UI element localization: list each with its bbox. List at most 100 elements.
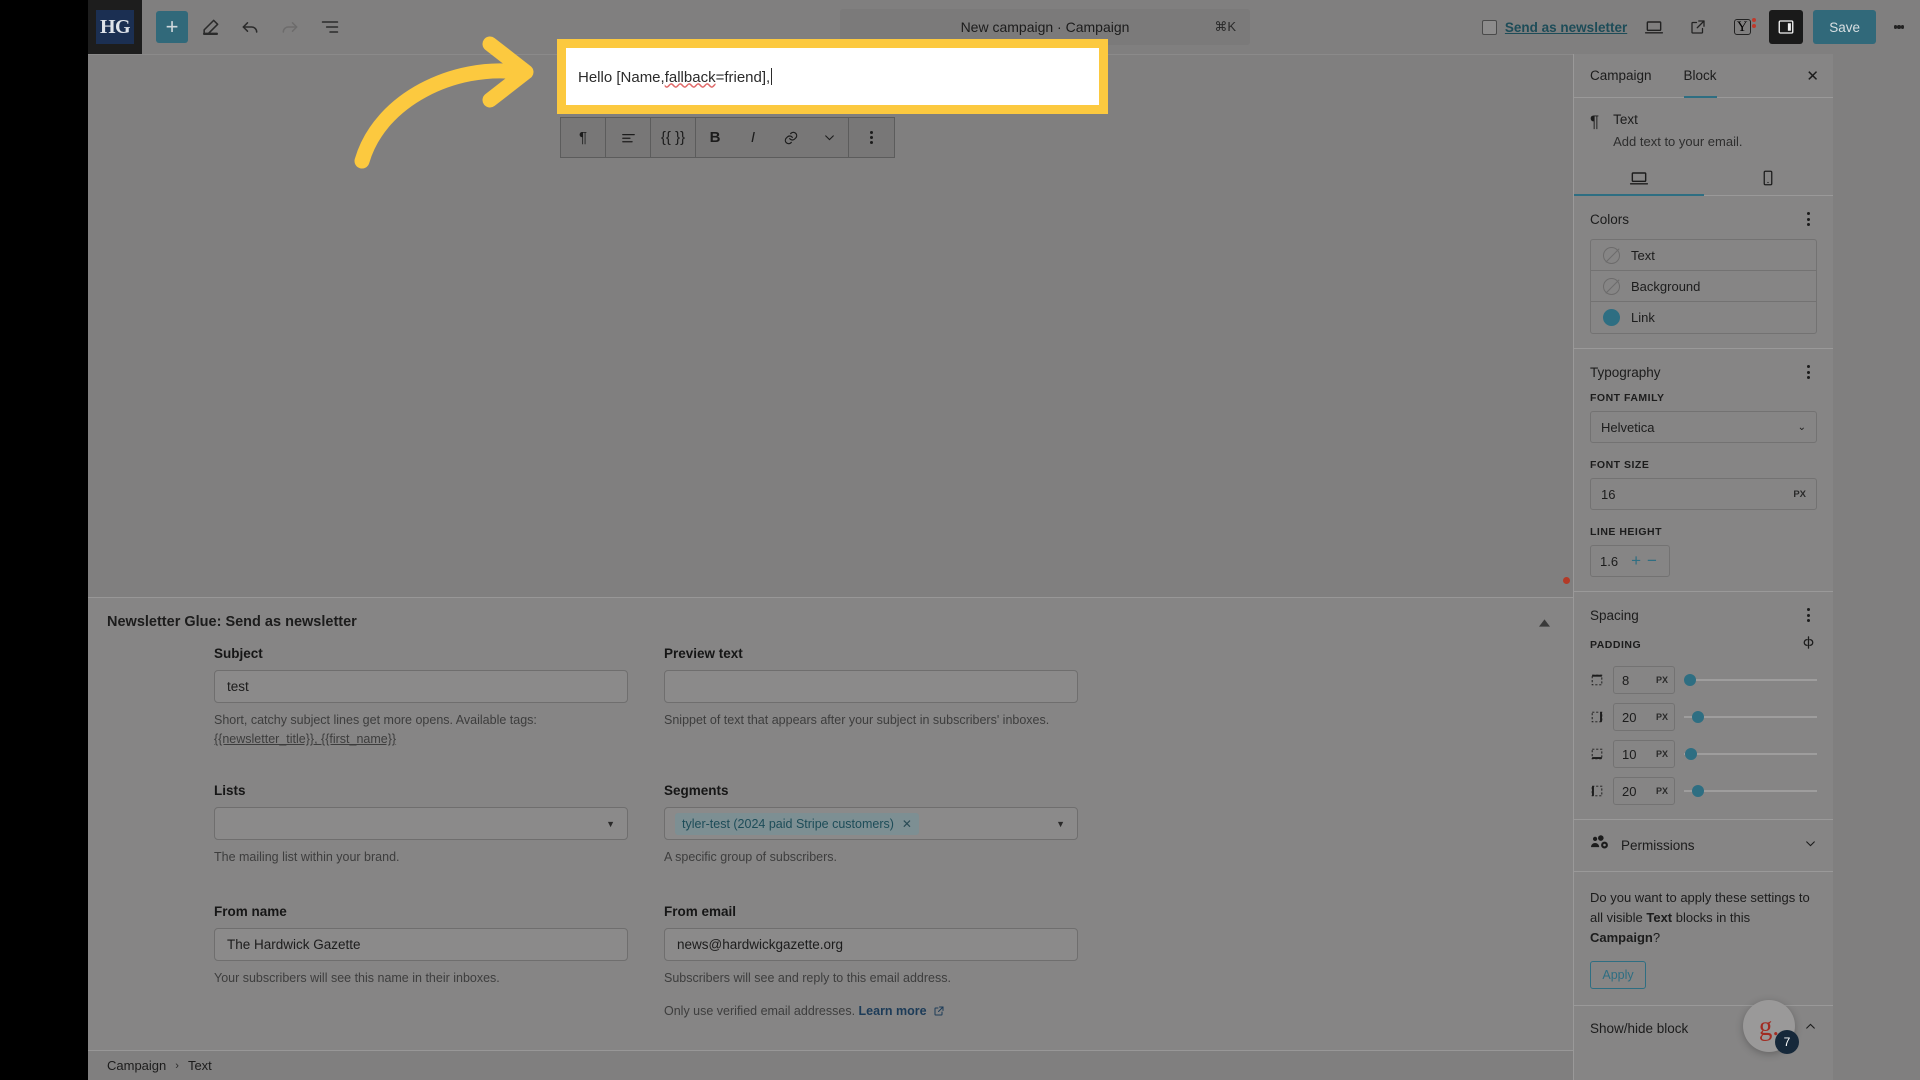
- padding-right-slider[interactable]: [1684, 710, 1817, 724]
- padding-top-slider[interactable]: [1684, 673, 1817, 687]
- block-info-title: Text: [1613, 112, 1638, 127]
- text-block-content[interactable]: Hello [Name,fallback=friend],: [578, 67, 773, 86]
- desktop-preview-icon[interactable]: [1637, 10, 1671, 44]
- block-info: ¶ Text Add text to your email.: [1574, 98, 1833, 149]
- breadcrumb-root[interactable]: Campaign: [107, 1058, 166, 1073]
- background-color-swatch[interactable]: [1603, 277, 1620, 295]
- segment-chip-remove-icon[interactable]: ✕: [902, 817, 912, 831]
- external-link-icon[interactable]: [1681, 10, 1715, 44]
- send-as-newsletter-checkbox[interactable]: [1481, 19, 1497, 35]
- unsaved-changes-dot: [1563, 577, 1570, 584]
- padding-top-input[interactable]: 8 PX: [1613, 666, 1675, 694]
- permissions-chevron-down-icon[interactable]: [1804, 837, 1817, 855]
- close-icon[interactable]: ✕: [1806, 67, 1819, 85]
- block-options-icon[interactable]: [849, 118, 894, 157]
- colors-title: Colors: [1590, 211, 1630, 227]
- merge-tag-button[interactable]: {{ }}: [651, 118, 696, 157]
- settings-sidebar-icon[interactable]: [1769, 10, 1804, 44]
- align-left-icon[interactable]: [606, 118, 651, 157]
- device-tab-desktop-icon[interactable]: [1574, 161, 1704, 196]
- tab-block[interactable]: Block: [1683, 54, 1717, 98]
- slider-thumb[interactable]: [1684, 674, 1696, 686]
- padding-top-value: 8: [1622, 672, 1630, 688]
- permissions-title: Permissions: [1621, 838, 1695, 853]
- padding-left-slider[interactable]: [1684, 784, 1817, 798]
- preview-text-input[interactable]: [664, 670, 1078, 703]
- slider-thumb[interactable]: [1685, 748, 1698, 760]
- line-height-input[interactable]: 1.6 + −: [1590, 545, 1670, 577]
- typography-section: Typography FONT FAMILY Helvetica ⌄ FONT …: [1574, 349, 1833, 592]
- help-widget[interactable]: g. 7: [1743, 1000, 1799, 1054]
- send-as-newsletter-toggle[interactable]: Send as newsletter: [1481, 19, 1627, 35]
- save-button[interactable]: Save: [1813, 10, 1876, 44]
- slider-thumb[interactable]: [1691, 711, 1704, 723]
- campaign-title-text: New campaign · Campaign: [960, 19, 1130, 35]
- segment-chip[interactable]: tyler-test (2024 paid Stripe customers) …: [675, 812, 919, 835]
- line-height-increment-button[interactable]: +: [1628, 545, 1644, 577]
- color-row-link[interactable]: Link: [1591, 302, 1816, 333]
- breadcrumb: Campaign › Text: [88, 1050, 1573, 1080]
- tab-campaign[interactable]: Campaign: [1590, 54, 1652, 98]
- show-hide-chevron-up-icon[interactable]: [1804, 1020, 1817, 1036]
- slider-thumb[interactable]: [1691, 785, 1704, 797]
- text-block[interactable]: Hello [Name,fallback=friend],: [566, 48, 1099, 105]
- font-size-input[interactable]: 16 PX: [1590, 478, 1817, 510]
- more-formats-chevron-down-icon[interactable]: [810, 118, 848, 157]
- unlink-sides-icon[interactable]: [1800, 635, 1817, 655]
- site-logo-text: HG: [96, 10, 134, 44]
- spacing-options-icon[interactable]: [1799, 606, 1817, 624]
- link-icon[interactable]: [772, 118, 810, 157]
- padding-row-right: 20 PX: [1590, 703, 1817, 731]
- pencil-icon[interactable]: [192, 9, 228, 45]
- learn-more-link[interactable]: Learn more: [859, 1004, 927, 1018]
- colors-header: Colors: [1590, 210, 1817, 228]
- breadcrumb-current[interactable]: Text: [188, 1058, 212, 1073]
- redo-icon[interactable]: [272, 9, 308, 45]
- font-family-select[interactable]: Helvetica ⌄: [1590, 411, 1817, 443]
- apply-button[interactable]: Apply: [1590, 961, 1646, 990]
- padding-right-value: 20: [1622, 709, 1637, 725]
- padding-left-input[interactable]: 20 PX: [1613, 777, 1675, 805]
- padding-row-bottom: 10 PX: [1590, 740, 1817, 768]
- italic-button[interactable]: I: [734, 118, 772, 157]
- text-color-swatch[interactable]: [1603, 246, 1620, 264]
- subject-help-tags: {{newsletter_title}}, {{first_name}}: [214, 732, 397, 747]
- padding-bottom-input[interactable]: 10 PX: [1613, 740, 1675, 768]
- typography-header: Typography: [1590, 363, 1817, 381]
- from-email-input[interactable]: news@hardwickgazette.org: [664, 928, 1078, 961]
- add-block-button[interactable]: +: [156, 11, 188, 43]
- panel-collapse-caret-icon[interactable]: [1535, 614, 1553, 632]
- newsletter-glue-title: Newsletter Glue: Send as newsletter: [107, 614, 357, 630]
- from-name-label: From name: [214, 904, 287, 919]
- bold-button[interactable]: B: [696, 118, 734, 157]
- device-tab-mobile-icon[interactable]: [1704, 161, 1834, 195]
- from-name-input[interactable]: The Hardwick Gazette: [214, 928, 628, 961]
- undo-icon[interactable]: [232, 9, 268, 45]
- line-height-decrement-button[interactable]: −: [1644, 545, 1660, 577]
- padding-row-left: 20 PX: [1590, 777, 1817, 805]
- segments-help: A specific group of subscribers.: [664, 850, 837, 864]
- block-type-paragraph-icon[interactable]: ¶: [561, 118, 606, 157]
- block-toolbar: ¶ {{ }} B I: [560, 117, 895, 158]
- permissions-section[interactable]: Permissions: [1574, 820, 1833, 872]
- preview-text-label: Preview text: [664, 646, 743, 661]
- yoast-icon[interactable]: Y: [1725, 10, 1759, 44]
- site-logo[interactable]: HG: [88, 0, 142, 54]
- color-row-text[interactable]: Text: [1591, 240, 1816, 271]
- color-row-background[interactable]: Background: [1591, 271, 1816, 302]
- text-prefix: Hello [Name,: [578, 68, 665, 86]
- padding-bottom-slider[interactable]: [1684, 747, 1817, 761]
- segment-chip-label: tyler-test (2024 paid Stripe customers): [682, 816, 894, 831]
- link-color-swatch[interactable]: [1603, 309, 1620, 326]
- subject-input[interactable]: test: [214, 670, 628, 703]
- lists-select[interactable]: ▼: [214, 807, 628, 840]
- list-view-icon[interactable]: [312, 9, 348, 45]
- padding-bottom-value: 10: [1622, 746, 1637, 762]
- line-height-value: 1.6: [1600, 553, 1619, 569]
- typography-options-icon[interactable]: [1799, 363, 1817, 381]
- colors-options-icon[interactable]: [1799, 210, 1817, 228]
- send-as-newsletter-label[interactable]: Send as newsletter: [1505, 20, 1627, 35]
- editor-options-icon[interactable]: [1886, 10, 1912, 44]
- segments-select[interactable]: tyler-test (2024 paid Stripe customers) …: [664, 807, 1078, 840]
- padding-right-input[interactable]: 20 PX: [1613, 703, 1675, 731]
